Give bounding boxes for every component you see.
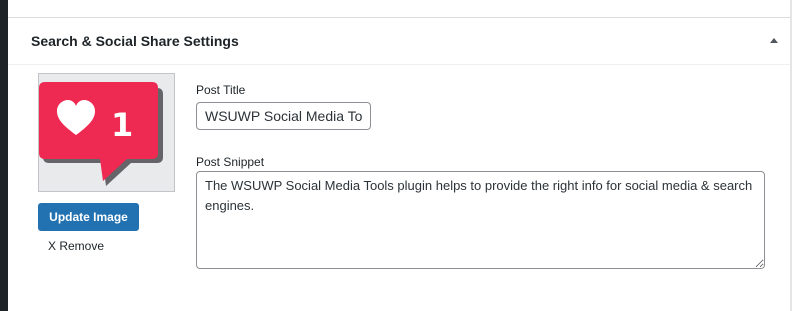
admin-sidebar-edge bbox=[0, 0, 8, 311]
heart-notification-icon: 1 bbox=[39, 74, 174, 191]
badge-count: 1 bbox=[111, 106, 133, 144]
social-share-settings-panel: Search & Social Share Settings 1 Update … bbox=[8, 18, 790, 311]
triangle-up-icon bbox=[770, 38, 778, 43]
panel-header: Search & Social Share Settings bbox=[8, 18, 790, 65]
remove-image-link[interactable]: X Remove bbox=[48, 239, 104, 253]
post-title-input[interactable] bbox=[196, 102, 371, 130]
post-title-label: Post Title bbox=[196, 83, 246, 97]
previous-panel-bottom bbox=[8, 0, 790, 18]
update-image-button[interactable]: Update Image bbox=[38, 203, 139, 231]
post-snippet-label: Post Snippet bbox=[196, 155, 265, 169]
featured-image-preview[interactable]: 1 bbox=[38, 73, 175, 192]
panel-title: Search & Social Share Settings bbox=[31, 33, 239, 49]
post-snippet-textarea[interactable]: The WSUWP Social Media Tools plugin help… bbox=[196, 171, 765, 269]
collapse-toggle-button[interactable] bbox=[764, 31, 784, 51]
